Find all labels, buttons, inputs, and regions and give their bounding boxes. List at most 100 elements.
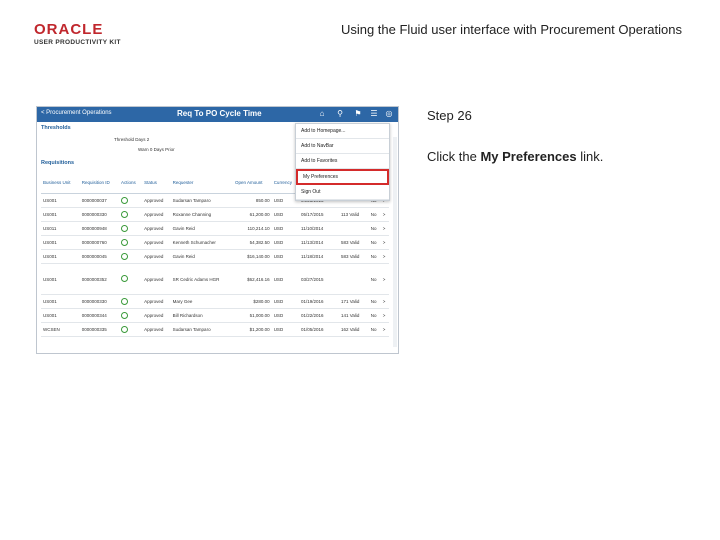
- cell-id: 0000000330: [79, 294, 120, 309]
- cell-cur: USD: [271, 207, 300, 222]
- actions-menu-icon[interactable]: ☰: [369, 109, 379, 119]
- cell-status: Approved: [142, 207, 171, 222]
- back-link[interactable]: < Procurement Operations: [41, 110, 112, 116]
- cell-cur: USD: [271, 221, 300, 236]
- row-action-icon[interactable]: [121, 210, 129, 218]
- cell-date: 03/27/2015: [299, 263, 339, 295]
- row-action-cell[interactable]: [119, 235, 143, 250]
- row-action-icon[interactable]: [121, 252, 129, 260]
- menu-item-my-preferences[interactable]: My Preferences: [296, 169, 389, 185]
- table-row[interactable]: US001 0000000344 Approved Bill Richardson 51…: [41, 308, 389, 323]
- menu-item-sign-out[interactable]: Sign Out: [296, 185, 389, 200]
- vertical-scrollbar[interactable]: [393, 137, 397, 347]
- row-action-icon[interactable]: [121, 238, 129, 246]
- row-action-icon[interactable]: [121, 325, 129, 333]
- cell-cur: USD: [271, 249, 300, 264]
- cell-v: No: [368, 294, 381, 309]
- menu-item-add-to-favorites[interactable]: Add to Favorites: [296, 154, 389, 169]
- home-icon[interactable]: ⌂: [317, 109, 327, 119]
- row-action-icon[interactable]: [121, 311, 129, 319]
- cell-req: Kenneth Schumacher: [170, 235, 233, 250]
- banner-title: Req To PO Cycle Time: [177, 109, 262, 118]
- cell-amt: 61,200.00: [232, 207, 272, 222]
- cell-bu: US011: [41, 221, 80, 236]
- table-row[interactable]: US001 0000000045 Approved Gavin Reid $16,140…: [41, 249, 389, 264]
- cell-resp: 583 Valid: [338, 235, 369, 250]
- cell-bu: US001: [41, 294, 80, 309]
- cell-arrow[interactable]: >: [380, 294, 389, 309]
- search-icon[interactable]: ⚲: [335, 109, 345, 119]
- cell-req: Gavin Reid: [170, 221, 233, 236]
- cell-id: 0000000045: [79, 249, 120, 264]
- row-action-cell[interactable]: [119, 193, 143, 208]
- cell-arrow[interactable]: >: [380, 322, 389, 337]
- cell-id: 0000000760: [79, 235, 120, 250]
- cell-amt: $62,416.16: [232, 263, 272, 295]
- notification-flag-icon[interactable]: ⚑: [353, 109, 363, 119]
- instruction-pre: Click the: [427, 149, 481, 164]
- table-row[interactable]: WCSEN 0000000335 Approved Sudarsan Tamparo $…: [41, 322, 389, 337]
- row-action-icon[interactable]: [121, 196, 129, 204]
- cell-resp: 113 Valid: [338, 207, 369, 222]
- table-row[interactable]: US001 0000000760 Approved Kenneth Schumache…: [41, 235, 389, 250]
- instruction-text: Click the My Preferences link.: [427, 149, 603, 164]
- column-header[interactable]: Actions: [119, 179, 143, 194]
- oracle-upk-logo: ORACLE USER PRODUCTIVITY KIT: [34, 21, 124, 47]
- column-header[interactable]: Business Unit: [41, 179, 80, 194]
- row-action-cell[interactable]: [119, 249, 143, 264]
- row-action-icon[interactable]: [121, 224, 129, 232]
- cell-v: No: [368, 249, 381, 264]
- row-action-cell[interactable]: [119, 221, 143, 236]
- row-action-icon[interactable]: [121, 297, 129, 305]
- row-action-cell[interactable]: [119, 263, 143, 295]
- row-action-icon[interactable]: [121, 275, 129, 282]
- cell-status: Approved: [142, 308, 171, 323]
- oracle-logo-text: ORACLE: [34, 21, 104, 38]
- row-action-cell[interactable]: [119, 322, 143, 337]
- table-row[interactable]: US001 0000000330 Approved Mary Gee $280.00 US…: [41, 294, 389, 309]
- cell-req: Sudarsan Tamparo: [170, 322, 233, 337]
- table-row[interactable]: US001 0000000352 Approved SR Cedric Adams H…: [41, 263, 389, 295]
- cell-req: Roxanne Channing: [170, 207, 233, 222]
- cell-id: 0000000037: [79, 193, 120, 208]
- cell-status: Approved: [142, 294, 171, 309]
- cell-req: Gavin Reid: [170, 249, 233, 264]
- cell-arrow[interactable]: >: [380, 263, 389, 295]
- cell-status: Approved: [142, 249, 171, 264]
- cell-amt: $16,140.00: [232, 249, 272, 264]
- cell-bu: US001: [41, 263, 80, 295]
- column-header[interactable]: Requester: [170, 179, 233, 194]
- cell-req: Bill Richardson: [170, 308, 233, 323]
- cell-id: 0000000948: [79, 221, 120, 236]
- table-row[interactable]: US001 0000000330 Approved Roxanne Channing 6…: [41, 207, 389, 222]
- cell-arrow[interactable]: >: [380, 249, 389, 264]
- fluid-banner: < Procurement Operations Req To PO Cycle…: [37, 107, 398, 122]
- cell-date: 11/18/2014: [299, 249, 339, 264]
- menu-item-add-to-homepage[interactable]: Add to Homepage...: [296, 124, 389, 139]
- column-header[interactable]: Status: [142, 179, 171, 194]
- cell-amt: $280.00: [232, 294, 272, 309]
- cell-amt: 850.00: [232, 193, 272, 208]
- table-row[interactable]: US011 0000000948 Approved Gavin Reid 110,214…: [41, 221, 389, 236]
- cell-arrow[interactable]: >: [380, 235, 389, 250]
- row-action-cell[interactable]: [119, 308, 143, 323]
- row-action-cell[interactable]: [119, 294, 143, 309]
- cell-cur: USD: [271, 235, 300, 250]
- column-header[interactable]: Requisition ID: [79, 179, 120, 194]
- navbar-compass-icon[interactable]: ◎: [384, 109, 394, 119]
- cell-arrow[interactable]: >: [380, 207, 389, 222]
- actions-dropdown-menu: Add to Homepage... Add to NavBar Add to …: [295, 123, 390, 201]
- threshold-days: Threshold Days 2: [114, 137, 150, 142]
- cell-arrow[interactable]: >: [380, 221, 389, 236]
- row-action-cell[interactable]: [119, 207, 143, 222]
- cell-arrow[interactable]: >: [380, 308, 389, 323]
- requisitions-table: Business Unit Requisition ID Actions Sta…: [41, 179, 389, 337]
- cell-req: SR Cedric Adams HGR: [170, 263, 233, 295]
- cell-status: Approved: [142, 193, 171, 208]
- menu-item-add-to-navbar[interactable]: Add to NavBar: [296, 139, 389, 154]
- cell-resp: 583 Valid: [338, 249, 369, 264]
- cell-date: 01/19/2016: [299, 294, 339, 309]
- column-header[interactable]: Open Amount: [232, 179, 272, 194]
- cell-date: 01/22/2016: [299, 308, 339, 323]
- cell-v: No: [368, 322, 381, 337]
